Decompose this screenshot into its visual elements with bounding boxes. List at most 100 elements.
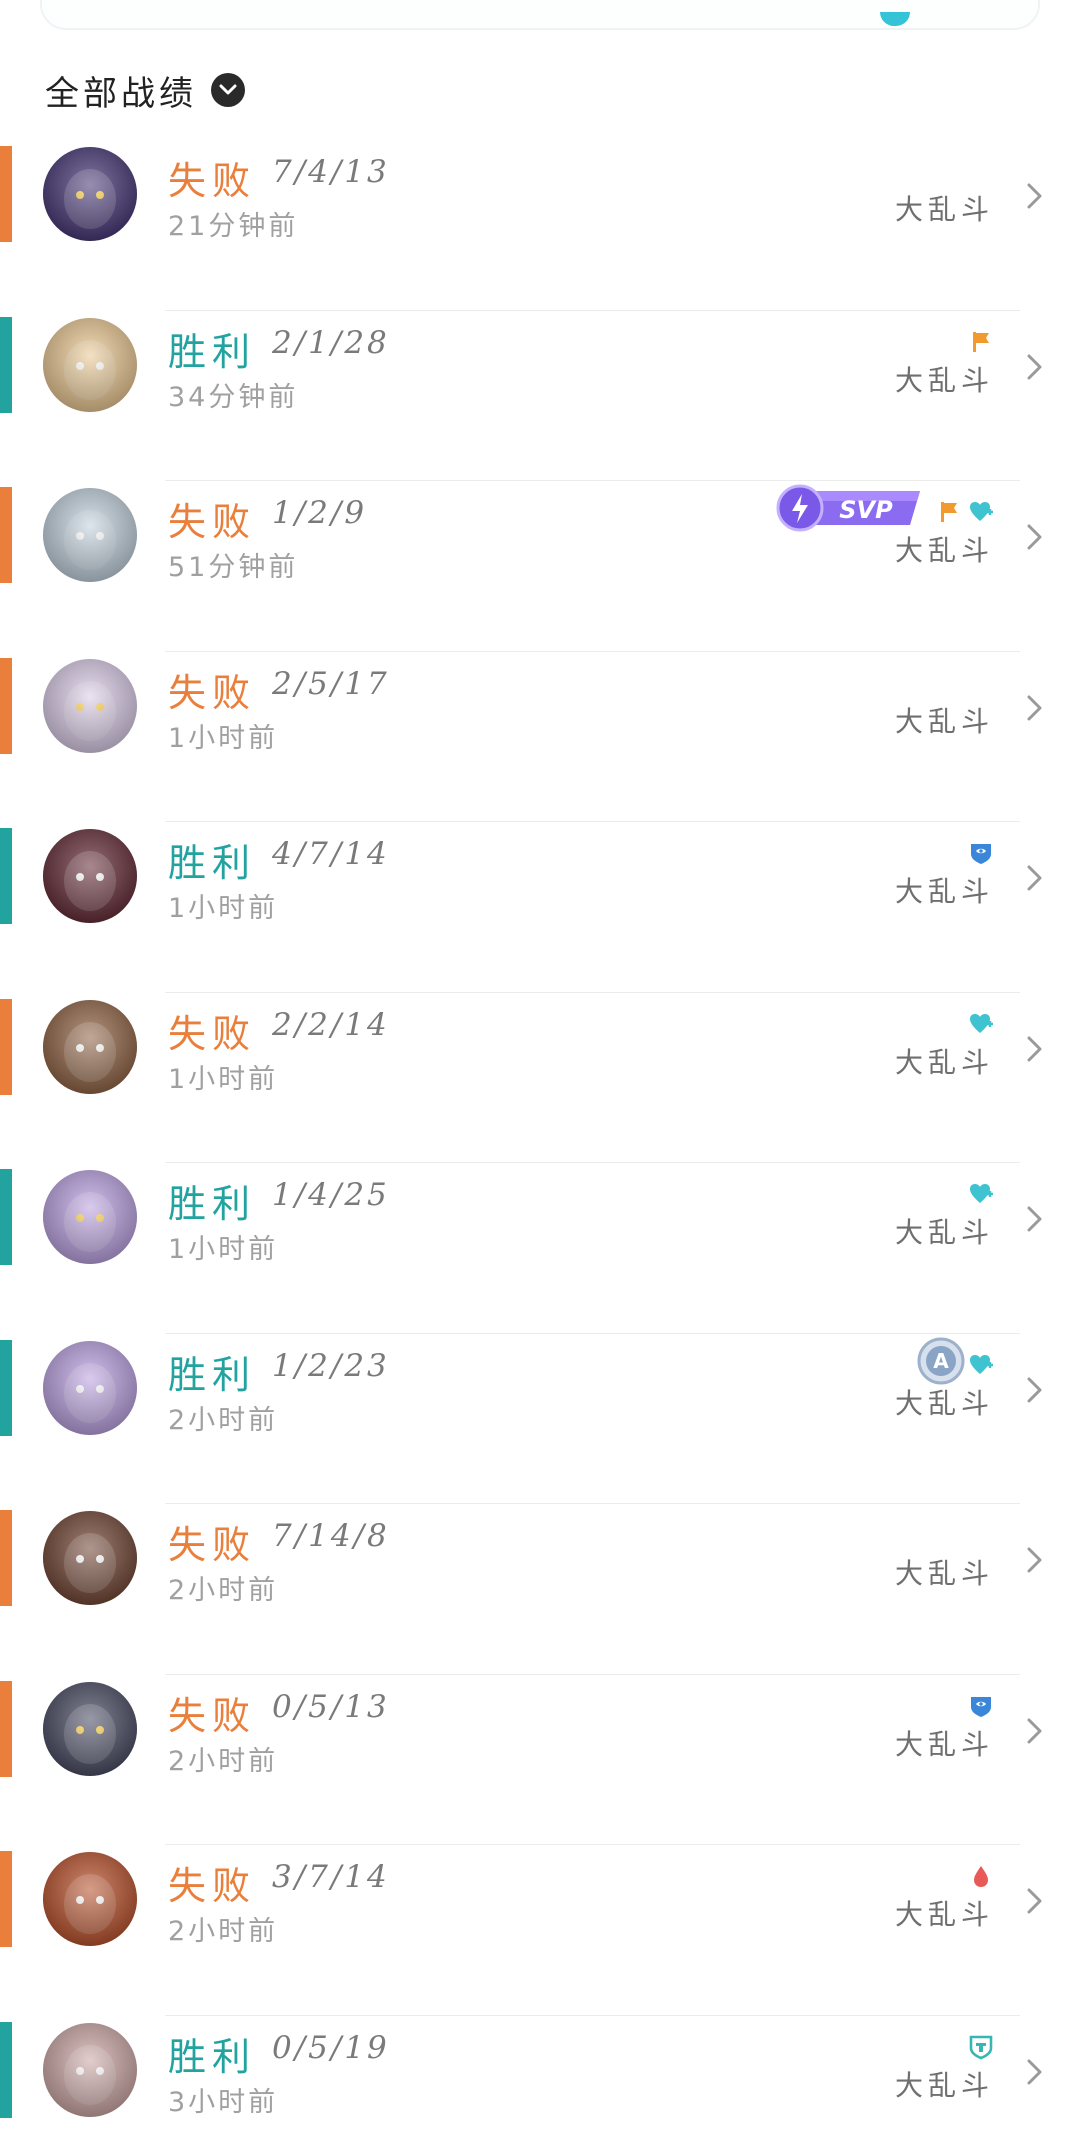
match-kda: 2/1/28 <box>272 324 390 361</box>
svp-badge: SVP <box>774 481 924 533</box>
match-row[interactable]: 失败 1/2/9 51分钟前 SVP 大乱斗 <box>0 481 1080 652</box>
filter-label: 全部战绩 <box>45 73 197 114</box>
chevron-right-icon <box>1024 351 1046 383</box>
match-kda: 0/5/13 <box>272 1688 390 1725</box>
game-mode: 大乱斗 <box>894 1727 994 1761</box>
match-row[interactable]: 失败 3/7/14 2小时前 大乱斗 <box>0 1845 1080 2016</box>
tower-shield-icon <box>968 2034 994 2060</box>
chevron-right-icon <box>1024 1203 1046 1235</box>
result-indicator-bar <box>0 2021 12 2118</box>
heart-plus-icon <box>968 499 994 525</box>
heart-plus-icon <box>968 1011 994 1037</box>
match-row[interactable]: 胜利 4/7/14 1小时前 大乱斗 <box>0 822 1080 993</box>
match-badges <box>936 491 994 525</box>
game-mode: 大乱斗 <box>894 1216 994 1249</box>
heart-plus-icon <box>968 1352 994 1378</box>
match-result: 胜利 <box>168 329 257 374</box>
match-kda: 7/4/13 <box>272 154 390 190</box>
orange-flag-icon <box>968 329 994 355</box>
chevron-right-icon <box>1024 1374 1046 1406</box>
heart-plus-icon <box>968 1181 994 1207</box>
game-mode: 大乱斗 <box>894 2068 994 2102</box>
card-indicator <box>880 12 910 26</box>
blood-drop-icon <box>968 1863 994 1889</box>
result-indicator-bar <box>0 316 12 413</box>
champion-avatar <box>43 658 137 753</box>
match-time: 2小时前 <box>168 1575 279 1606</box>
champion-avatar <box>43 829 137 923</box>
match-badges <box>968 1685 994 1719</box>
match-row[interactable]: 失败 7/4/13 21分钟前 大乱斗 <box>0 140 1080 311</box>
match-kda: 4/7/14 <box>272 836 390 872</box>
match-result: 失败 <box>168 159 257 203</box>
match-result: 失败 <box>168 670 257 715</box>
shield-badge-icon <box>968 1693 994 1719</box>
chevron-right-icon <box>1024 2056 1046 2088</box>
result-indicator-bar <box>0 998 12 1095</box>
match-row[interactable]: 失败 2/2/14 1小时前 大乱斗 <box>0 993 1080 1163</box>
chevron-right-icon <box>1024 1715 1046 1747</box>
result-indicator-bar <box>0 1680 12 1777</box>
chevron-right-icon <box>1024 862 1046 894</box>
match-time: 21分钟前 <box>168 211 299 242</box>
ace-badge: A <box>916 1336 966 1386</box>
match-result: 胜利 <box>168 2034 257 2079</box>
match-time: 2小时前 <box>168 1916 279 1947</box>
game-mode: 大乱斗 <box>894 363 994 397</box>
match-row[interactable]: 失败 7/14/8 2小时前 大乱斗 <box>0 1504 1080 1675</box>
match-badges <box>968 1173 994 1207</box>
game-mode: 大乱斗 <box>894 1386 994 1420</box>
result-indicator-bar <box>0 1851 12 1947</box>
match-time: 1小时前 <box>168 1234 279 1265</box>
match-time: 1小时前 <box>168 893 279 924</box>
champion-avatar <box>43 1511 137 1605</box>
champion-avatar <box>43 488 137 582</box>
match-row[interactable]: 失败 0/5/13 2小时前 大乱斗 <box>0 1675 1080 1845</box>
champion-avatar <box>43 999 137 1094</box>
match-result: 失败 <box>168 1523 257 1567</box>
game-mode: 大乱斗 <box>894 1898 994 1931</box>
match-result: 胜利 <box>168 1352 257 1397</box>
match-result: 失败 <box>168 500 257 544</box>
match-kda: 0/5/19 <box>272 2029 390 2066</box>
match-kda: 1/4/25 <box>272 1177 390 1213</box>
match-badges <box>968 832 994 866</box>
match-time: 1小时前 <box>168 1063 279 1095</box>
game-mode: 大乱斗 <box>894 875 994 908</box>
chevron-right-icon <box>1024 1885 1046 1917</box>
game-mode: 大乱斗 <box>894 193 994 226</box>
match-result: 失败 <box>168 1011 257 1056</box>
game-mode: 大乱斗 <box>894 534 994 567</box>
champion-avatar <box>43 1340 137 1435</box>
match-row[interactable]: 胜利 0/5/19 3小时前 大乱斗 <box>0 2016 1080 2132</box>
chevron-right-icon <box>1024 1033 1046 1065</box>
match-row[interactable]: 胜利 1/2/23 2小时前 A 大乱斗 <box>0 1334 1080 1504</box>
match-badges <box>968 1855 994 1889</box>
match-time: 2小时前 <box>168 1404 279 1436</box>
chevron-down-icon <box>211 73 245 107</box>
match-row[interactable]: 失败 2/5/17 1小时前 大乱斗 <box>0 652 1080 822</box>
match-time: 51分钟前 <box>168 552 299 583</box>
match-kda: 1/2/9 <box>272 495 368 531</box>
result-indicator-bar <box>0 1169 12 1265</box>
result-indicator-bar <box>0 1510 12 1606</box>
match-badges <box>968 321 994 355</box>
match-filter-dropdown[interactable]: 全部战绩 <box>45 62 245 118</box>
match-result: 胜利 <box>168 841 257 885</box>
match-kda: 1/2/23 <box>272 1347 390 1384</box>
svp-label: SVP <box>839 496 893 524</box>
result-indicator-bar <box>0 487 12 583</box>
orange-flag-icon <box>936 499 962 525</box>
match-row[interactable]: 胜利 1/4/25 1小时前 大乱斗 <box>0 1163 1080 1334</box>
result-indicator-bar <box>0 146 12 242</box>
match-row[interactable]: 胜利 2/1/28 34分钟前 大乱斗 <box>0 311 1080 481</box>
match-result: 胜利 <box>168 1182 257 1226</box>
chevron-right-icon <box>1024 1544 1046 1576</box>
champion-avatar <box>43 1852 137 1946</box>
result-indicator-bar <box>0 657 12 754</box>
match-badges <box>968 1003 994 1037</box>
ace-label: A <box>933 1349 949 1373</box>
game-mode: 大乱斗 <box>894 704 994 738</box>
game-mode: 大乱斗 <box>894 1557 994 1590</box>
match-kda: 3/7/14 <box>272 1859 390 1895</box>
